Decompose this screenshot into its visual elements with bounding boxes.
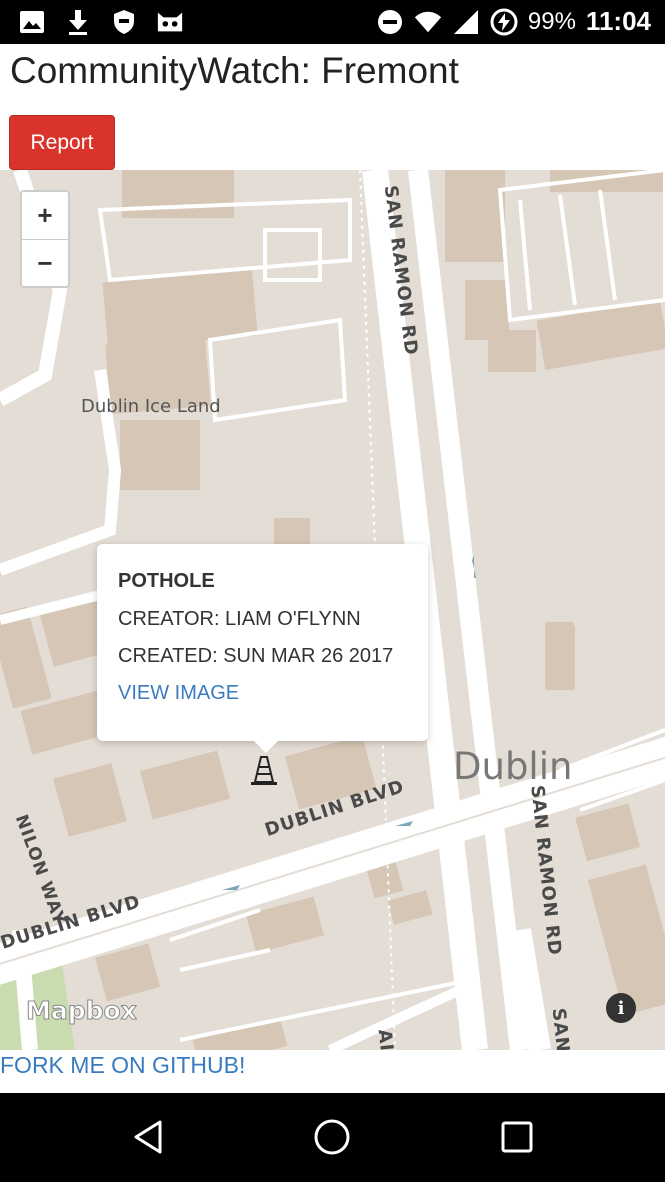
zoom-control: + −: [20, 190, 70, 288]
popup-creator: CREATOR: LIAM O'FLYNN: [118, 608, 361, 630]
back-icon[interactable]: [126, 1115, 170, 1159]
do-not-disturb-icon: [376, 8, 404, 36]
github-link[interactable]: FORK ME ON GITHUB!: [0, 1052, 245, 1079]
cat-icon: [156, 8, 184, 36]
signal-icon: [452, 8, 480, 36]
traffic-cone-marker-icon[interactable]: [250, 755, 278, 787]
zoom-in-button[interactable]: +: [22, 192, 68, 240]
mapbox-logo[interactable]: Mapbox: [26, 996, 138, 1026]
shield-icon: [110, 8, 138, 36]
report-button[interactable]: Report: [9, 115, 115, 170]
popup-title: POTHOLE: [118, 570, 215, 592]
clock: 11:04: [585, 6, 651, 36]
page-title: CommunityWatch: Fremont: [10, 50, 459, 91]
zoom-out-button[interactable]: −: [22, 240, 68, 287]
popup-created: CREATED: SUN MAR 26 2017: [118, 645, 394, 667]
info-icon[interactable]: i: [606, 993, 636, 1023]
battery-percent: 99%: [527, 7, 576, 35]
image-icon: [18, 8, 46, 36]
map[interactable]: Dublin Ice Land Dublin SAN RAMON RD SAN …: [0, 170, 665, 1050]
download-icon: [64, 8, 92, 36]
marker-popup: POTHOLE CREATOR: LIAM O'FLYNN CREATED: S…: [97, 544, 428, 753]
home-icon[interactable]: [310, 1115, 354, 1159]
recents-icon[interactable]: [495, 1115, 539, 1159]
label-partial-ai: AI: [373, 1028, 397, 1050]
label-dublin: Dublin: [453, 745, 573, 788]
label-dublin-ice-land: Dublin Ice Land: [81, 396, 221, 417]
view-image-link[interactable]: VIEW IMAGE: [118, 682, 407, 705]
navigation-bar: [0, 1093, 665, 1182]
status-bar: 99% 11:04: [0, 0, 665, 44]
wifi-icon: [414, 8, 442, 36]
battery-charging-icon: [490, 8, 518, 36]
